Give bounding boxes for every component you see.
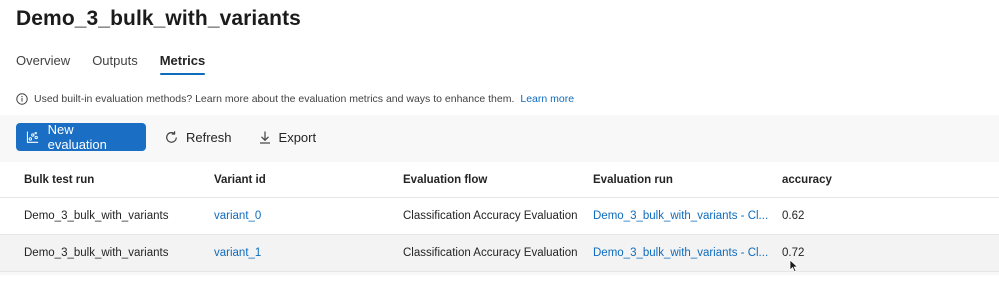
column-header-bulk-test-run[interactable]: Bulk test run bbox=[0, 174, 214, 186]
tab-bar: Overview Outputs Metrics bbox=[16, 53, 227, 75]
column-header-variant-id[interactable]: Variant id bbox=[214, 174, 403, 186]
metrics-panel: New evaluation Refresh Export Bulk test … bbox=[0, 115, 999, 275]
new-evaluation-label: New evaluation bbox=[47, 122, 107, 152]
evaluation-flow-cell: Classification Accuracy Evaluation bbox=[403, 247, 578, 259]
refresh-button[interactable]: Refresh bbox=[158, 126, 238, 149]
accuracy-cell: 0.72 bbox=[782, 247, 805, 259]
export-button[interactable]: Export bbox=[252, 126, 323, 149]
table-header-row: Bulk test run Variant id Evaluation flow… bbox=[0, 162, 999, 198]
tab-overview[interactable]: Overview bbox=[16, 53, 70, 74]
variant-id-link[interactable]: variant_0 bbox=[214, 210, 403, 222]
evaluation-chart-icon bbox=[26, 131, 39, 143]
new-evaluation-button[interactable]: New evaluation bbox=[16, 122, 146, 152]
refresh-label: Refresh bbox=[186, 129, 232, 145]
refresh-icon bbox=[166, 130, 177, 143]
column-header-evaluation-run[interactable]: Evaluation run bbox=[593, 174, 782, 186]
info-text: Used built-in evaluation methods? Learn … bbox=[34, 93, 515, 105]
metrics-table: Bulk test run Variant id Evaluation flow… bbox=[0, 162, 999, 272]
tab-outputs[interactable]: Outputs bbox=[92, 53, 138, 74]
evaluation-run-link[interactable]: Demo_3_bulk_with_variants - Cl... bbox=[593, 247, 782, 259]
info-bar: Used built-in evaluation methods? Learn … bbox=[16, 93, 574, 105]
variant-id-link[interactable]: variant_1 bbox=[214, 247, 403, 259]
learn-more-link[interactable]: Learn more bbox=[520, 93, 574, 105]
column-header-evaluation-flow[interactable]: Evaluation flow bbox=[403, 174, 593, 186]
mouse-cursor-icon bbox=[789, 259, 799, 273]
toolbar: New evaluation Refresh Export bbox=[16, 122, 323, 152]
table-row[interactable]: Demo_3_bulk_with_variants variant_1 Clas… bbox=[0, 235, 999, 272]
evaluation-flow-cell: Classification Accuracy Evaluation bbox=[403, 210, 578, 222]
evaluation-run-link[interactable]: Demo_3_bulk_with_variants - Cl... bbox=[593, 210, 782, 222]
export-label: Export bbox=[278, 129, 317, 145]
table-row[interactable]: Demo_3_bulk_with_variants variant_0 Clas… bbox=[0, 198, 999, 235]
page-title: Demo_3_bulk_with_variants bbox=[16, 7, 301, 30]
bulk-test-run-cell: Demo_3_bulk_with_variants bbox=[24, 210, 169, 222]
column-header-accuracy[interactable]: accuracy bbox=[782, 174, 982, 186]
info-icon bbox=[16, 93, 28, 105]
accuracy-cell: 0.62 bbox=[782, 210, 805, 222]
download-icon bbox=[259, 131, 270, 144]
tab-metrics[interactable]: Metrics bbox=[159, 53, 205, 75]
bulk-test-run-cell: Demo_3_bulk_with_variants bbox=[24, 247, 169, 259]
